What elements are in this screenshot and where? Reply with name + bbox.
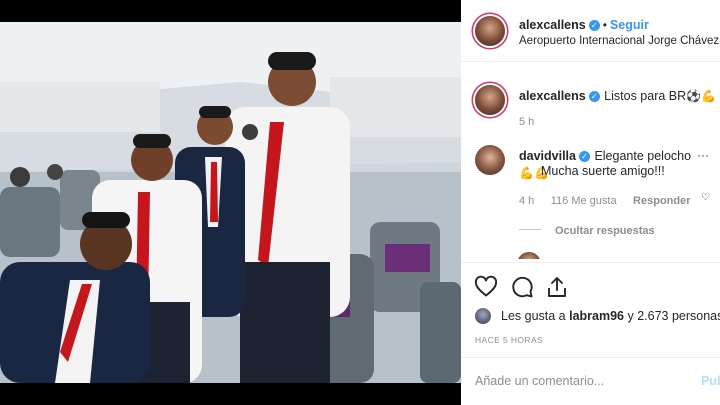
comment-like-icon[interactable]: ♡ [701, 192, 710, 203]
comment-username[interactable]: davidvilla [519, 149, 576, 163]
comment-meta: 4 h 116 Me gusta Responder [519, 191, 691, 209]
author-username[interactable]: alexcallens [519, 18, 586, 32]
replies-divider [519, 229, 541, 230]
caption-author-avatar[interactable] [475, 85, 505, 115]
separator-dot: • [602, 18, 607, 32]
comment-avatar[interactable] [475, 145, 505, 175]
post-header: alexcallens ✓ • Seguir Aeropuerto Internaci… [461, 0, 720, 62]
actions-separator [461, 262, 720, 263]
reply-preview [517, 252, 707, 259]
comment-input[interactable]: Añade un comentario... [475, 374, 604, 388]
reply-button[interactable]: Responder [633, 195, 690, 207]
likes-prefix: Les gusta a [501, 309, 570, 323]
likes-avatar[interactable] [475, 308, 491, 324]
likes-line: Les gusta a labram96 y 2.673 personas [501, 309, 720, 323]
share-icon[interactable] [545, 275, 569, 299]
comment: davidvilla ✓ Elegante pelocho [519, 147, 709, 165]
post-timestamp[interactable]: HACE 5 HORAS [475, 335, 543, 345]
caption-username[interactable]: alexcallens [519, 89, 586, 103]
verified-badge-icon: ✓ [588, 91, 600, 102]
follow-button[interactable]: Seguir [610, 18, 649, 32]
publish-button[interactable]: Publicar [701, 374, 720, 388]
caption-time[interactable]: 5 h [519, 116, 534, 128]
verified-badge-icon: ✓ [588, 20, 600, 31]
hide-replies[interactable]: Ocultar respuestas [519, 221, 655, 239]
reply-avatar[interactable] [517, 252, 541, 259]
caption-text: Listos para BR [604, 89, 687, 103]
post-photo[interactable] [0, 22, 461, 383]
post-side-panel: alexcallens ✓ • Seguir Aeropuerto Internaci… [461, 0, 720, 405]
likes-count[interactable]: y 2.673 personas [624, 309, 720, 323]
likes-user[interactable]: labram96 [569, 309, 624, 323]
heart-icon[interactable] [474, 275, 498, 299]
hide-replies-label[interactable]: Ocultar respuestas [555, 225, 655, 237]
comment-text-line2: Mucha suerte amigo!!! [541, 164, 665, 178]
comment-likes[interactable]: 116 Me gusta [551, 195, 617, 207]
comment-icon[interactable] [510, 275, 534, 299]
post-location[interactable]: Aeropuerto Internacional Jorge Chávez [519, 35, 719, 47]
comment-more-icon[interactable]: ··· [697, 148, 709, 162]
verified-badge-icon: ✓ [578, 151, 590, 162]
caption-emoji: ⚽💪 [686, 89, 717, 103]
comment-bar: Añade un comentario... Publicar [461, 357, 720, 405]
caption: alexcallens ✓ Listos para BR⚽💪 [519, 87, 716, 105]
comment-text: Elegante pelocho [594, 149, 692, 163]
author-avatar[interactable] [475, 16, 505, 46]
comment-time[interactable]: 4 h [519, 195, 534, 207]
photo-illustration [0, 22, 461, 383]
